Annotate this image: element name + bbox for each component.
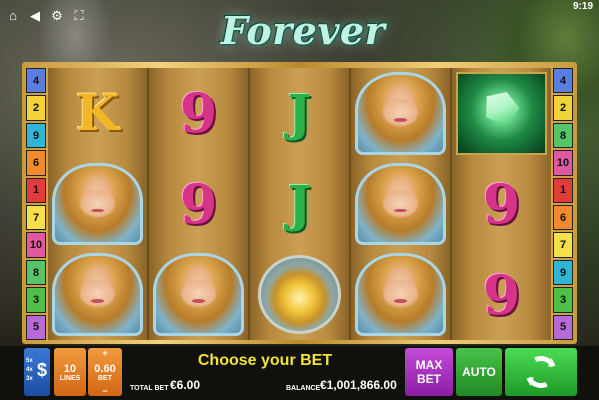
lines-button[interactable]: 10 LINES — [54, 348, 86, 396]
paytable-button[interactable]: 5x 4x 3x $ — [24, 348, 50, 396]
payline-badge[interactable]: 6 — [553, 205, 573, 231]
lines-label: LINES — [59, 374, 81, 382]
letter-symbol: J — [287, 83, 312, 143]
payline-badge[interactable]: 10 — [26, 232, 46, 258]
multiplier-label: 5x — [26, 358, 33, 364]
multiplier-label: 4x — [26, 367, 33, 373]
bet-label: BET — [98, 374, 112, 382]
reel-3: JJ — [250, 68, 349, 340]
dollar-icon: $ — [36, 360, 47, 380]
gear-icon[interactable]: ⚙ — [50, 9, 64, 23]
letter-symbol: K — [75, 83, 120, 143]
payline-badge[interactable]: 1 — [553, 177, 573, 204]
reel-2: 99 — [149, 68, 248, 340]
paylines-left: 4 2 9 6 1 7 10 8 3 5 — [26, 68, 46, 341]
spin-icon — [520, 351, 562, 393]
spin-button[interactable] — [505, 348, 577, 396]
payline-badge[interactable]: 7 — [553, 232, 573, 258]
letter-symbol: 9 — [482, 262, 521, 327]
balance-label: BALANCE — [286, 385, 321, 392]
reel-cell: 9 — [452, 249, 551, 340]
payline-badge[interactable]: 8 — [553, 122, 573, 149]
reel-cell: 9 — [452, 159, 551, 250]
autoplay-label: AUTO — [462, 365, 496, 379]
fullscreen-icon[interactable]: ⛶ — [72, 9, 86, 23]
payline-badge[interactable]: 7 — [26, 205, 46, 231]
lady-portrait-symbol — [52, 162, 143, 246]
max-bet-line2: BET — [417, 372, 441, 386]
autoplay-button[interactable]: AUTO — [456, 348, 502, 396]
reel-cell: 9 — [149, 68, 248, 159]
reel-4 — [351, 68, 450, 340]
payline-badge[interactable]: 9 — [553, 259, 573, 286]
lady-portrait-symbol — [355, 253, 446, 337]
payline-badge[interactable]: 1 — [26, 177, 46, 204]
reel-cell: 9 — [149, 159, 248, 250]
payline-badge[interactable]: 6 — [26, 150, 46, 176]
balance-value: €1,001,866.00 — [320, 378, 397, 392]
bet-decrease-icon[interactable]: − — [102, 386, 107, 396]
letter-symbol: 9 — [179, 172, 218, 236]
letter-symbol: 9 — [179, 81, 218, 146]
payline-badge[interactable]: 3 — [26, 287, 46, 313]
reel-1: K — [48, 68, 147, 340]
reel-cell: J — [250, 68, 349, 159]
payline-badge[interactable]: 8 — [26, 259, 46, 286]
reel-grid: K99JJ99 — [48, 68, 551, 340]
game-title: Forever Diamonds — [194, 8, 411, 107]
home-icon[interactable]: ⌂ — [6, 9, 20, 23]
bet-button[interactable]: + 0.60 BET − — [88, 348, 122, 396]
reel-cell — [351, 159, 450, 250]
lines-value: 10 — [63, 362, 77, 375]
reel-cell: J — [250, 159, 349, 250]
payline-badge[interactable]: 2 — [553, 95, 573, 121]
payline-badge[interactable]: 5 — [553, 314, 573, 341]
lady-portrait-symbol — [52, 253, 143, 337]
diamond-symbol — [456, 72, 547, 155]
payline-badge[interactable]: 4 — [553, 68, 573, 94]
payline-badge[interactable]: 4 — [26, 68, 46, 94]
lady-portrait-symbol — [153, 253, 244, 337]
perfume-symbol — [258, 255, 341, 335]
reel-cell — [250, 249, 349, 340]
payline-badge[interactable]: 2 — [26, 95, 46, 121]
payline-badge[interactable]: 9 — [26, 122, 46, 149]
bet-increase-icon[interactable]: + — [102, 348, 107, 358]
payline-badge[interactable]: 5 — [26, 314, 46, 341]
sound-icon[interactable]: ◀ — [28, 9, 42, 23]
total-bet-label: TOTAL BET — [130, 385, 169, 392]
status-message: Choose your BET — [197, 352, 333, 369]
top-toolbar: ⌂ ◀ ⚙ ⛶ — [6, 9, 86, 23]
total-bet-value: €6.00 — [170, 378, 201, 392]
max-bet-line1: MAX — [415, 358, 443, 372]
payline-badge[interactable]: 3 — [553, 287, 573, 313]
letter-symbol: 9 — [482, 172, 521, 236]
letter-symbol: J — [287, 174, 312, 233]
lady-portrait-symbol — [355, 72, 446, 155]
bet-value: 0.60 — [94, 362, 116, 375]
reel-5: 99 — [452, 68, 551, 340]
lady-portrait-symbol — [355, 162, 446, 246]
multiplier-label: 3x — [26, 376, 33, 382]
reel-cell — [452, 68, 551, 159]
paylines-right: 4 2 8 10 1 6 7 9 3 5 — [553, 68, 573, 341]
reel-cell — [351, 249, 450, 340]
reel-cell: K — [48, 68, 147, 159]
reel-cell — [48, 159, 147, 250]
max-bet-button[interactable]: MAX BET — [405, 348, 453, 396]
reel-cell — [149, 249, 248, 340]
payline-badge[interactable]: 10 — [553, 150, 573, 176]
clock: 9:19 — [572, 1, 593, 12]
reel-cell — [48, 249, 147, 340]
reel-cell — [351, 68, 450, 159]
